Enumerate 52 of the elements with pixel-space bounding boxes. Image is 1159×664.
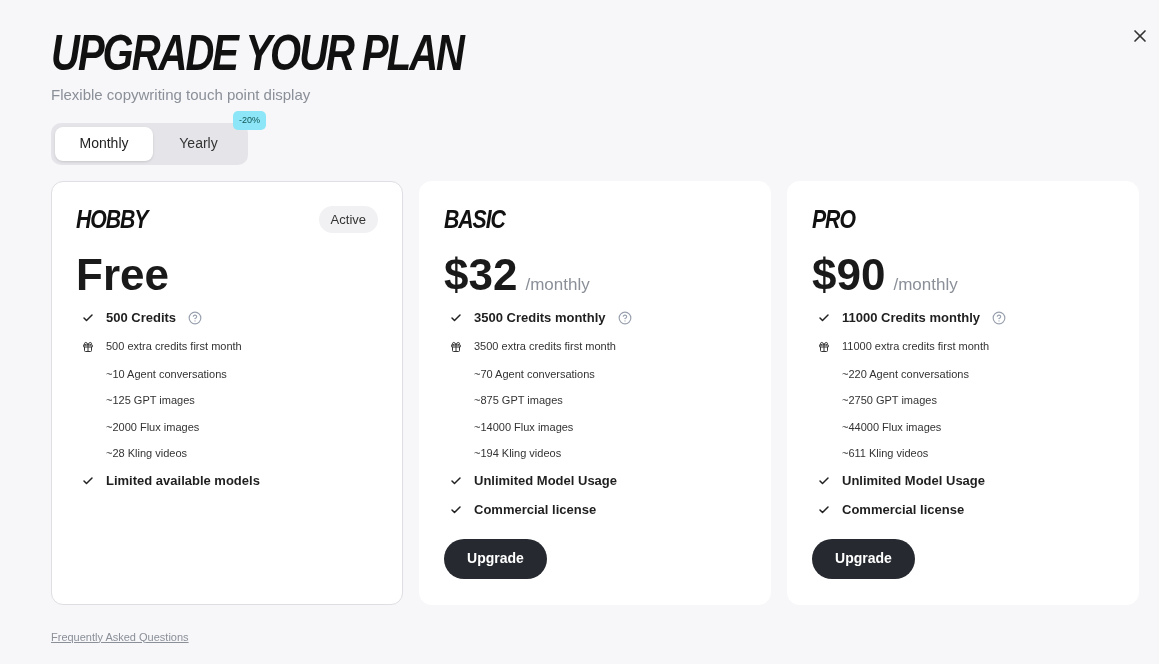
plan-name: BASIC (444, 203, 505, 235)
plan-name: HOBBY (76, 203, 148, 235)
feature-text: ~70 Agent conversations (474, 366, 595, 382)
feature-text: ~10 Agent conversations (106, 366, 227, 382)
gift-icon (818, 340, 830, 353)
check-icon (450, 504, 462, 516)
active-badge: Active (318, 205, 378, 234)
check-icon (818, 504, 830, 516)
billing-tab[interactable]: Monthly (55, 126, 153, 161)
check-icon (450, 312, 462, 324)
feature-text: ~2000 Flux images (106, 419, 200, 435)
feature-text: 3500 extra credits first month (474, 339, 616, 355)
help-icon[interactable] (188, 311, 203, 325)
feature-text: ~125 GPT images (106, 393, 195, 408)
feature-text: Unlimited Model Usage (842, 472, 986, 491)
feature-text: ~28 Kling videos (106, 446, 188, 461)
feature-text: Commercial license (474, 501, 597, 520)
check-icon (82, 475, 94, 487)
feature-text: Commercial license (842, 501, 965, 520)
check-icon (818, 475, 830, 487)
feature-text: ~194 Kling videos (474, 446, 562, 461)
feature-text: 11000 extra credits first month (842, 339, 990, 355)
check-icon (82, 312, 94, 324)
upgrade-button[interactable]: Upgrade (812, 538, 915, 579)
help-icon[interactable] (617, 311, 632, 325)
price-period: /monthly (893, 273, 958, 296)
feature-text: ~2750 GPT images (842, 393, 937, 408)
feature-text: ~220 Agent conversations (842, 366, 969, 382)
feature-text: ~875 GPT images (474, 393, 563, 408)
feature-text: 500 extra credits first month (106, 339, 242, 355)
plan-price: $32 (444, 248, 518, 301)
gift-icon (450, 340, 462, 353)
gift-icon (82, 340, 94, 353)
upgrade-button[interactable]: Upgrade (444, 538, 547, 579)
feature-text: ~611 Kling videos (842, 446, 929, 461)
page-subtitle: Flexible copywriting touch point display (51, 85, 312, 105)
feature-text: ~14000 Flux images (474, 419, 574, 435)
plan-price: $90 (812, 248, 886, 301)
feature-text: ~44000 Flux images (842, 419, 942, 435)
feature-text: Unlimited Model Usage (474, 472, 618, 491)
check-icon (450, 475, 462, 487)
page-title: UPGRADE YOUR PLAN (51, 24, 466, 82)
plan-price: Free (76, 248, 169, 301)
help-icon[interactable] (992, 311, 1006, 325)
feature-text: 500 Credits (106, 309, 177, 328)
discount-badge: -20% (233, 110, 266, 130)
feature-text: 3500 Credits monthly (474, 309, 606, 328)
feature-text: 11000 Credits monthly (842, 309, 980, 328)
check-icon (818, 312, 830, 324)
feature-text: Limited available models (106, 472, 260, 491)
plan-name: PRO (812, 203, 855, 235)
price-period: /monthly (525, 273, 590, 296)
